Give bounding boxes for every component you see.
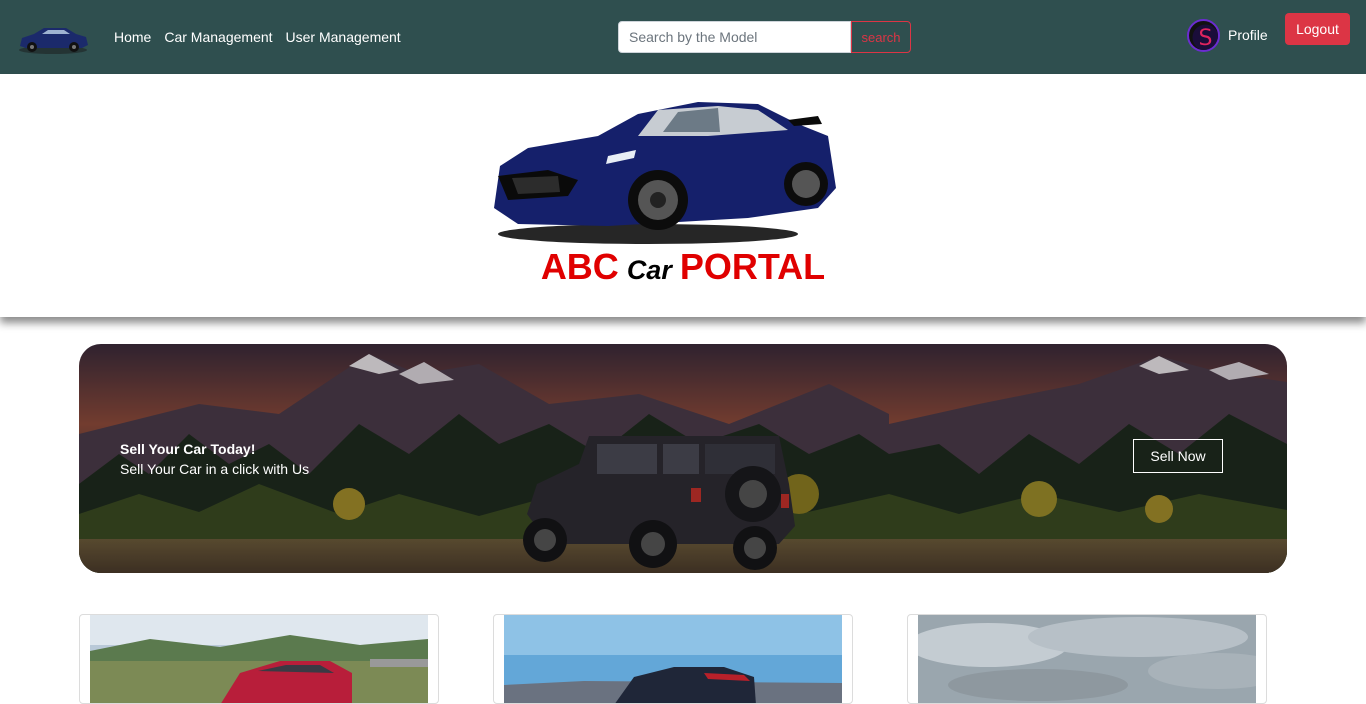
cloudy-sky-car-image [918, 615, 1256, 703]
title-abc: ABC [540, 246, 619, 287]
car-card-1[interactable] [79, 614, 439, 704]
nav-links: Home Car Management User Management [114, 29, 414, 45]
hero-section: ABC Car PORTAL [0, 74, 1366, 317]
avatar-initial: S [1199, 26, 1213, 51]
search-form: search [618, 21, 911, 53]
title-car: Car [626, 255, 672, 285]
red-sports-car-image [90, 615, 428, 703]
avatar-s-icon: S [1192, 24, 1218, 51]
navbar: Home Car Management User Management sear… [0, 0, 1366, 74]
profile-link[interactable]: Profile [1228, 27, 1268, 43]
car-card-3[interactable] [907, 614, 1267, 704]
nav-car-management-link[interactable]: Car Management [164, 29, 272, 45]
car-logo-icon[interactable] [16, 20, 90, 56]
banner-background-image [79, 344, 1287, 573]
avatar[interactable]: S [1187, 19, 1220, 52]
dark-sedan-image [504, 615, 842, 703]
banner-heading: Sell Your Car Today! [120, 441, 256, 457]
search-button[interactable]: search [851, 21, 911, 53]
nav-home-link[interactable]: Home [114, 29, 151, 45]
logout-button[interactable]: Logout [1285, 13, 1350, 45]
hero-car-image [494, 102, 836, 244]
banner-subheading: Sell Your Car in a click with Us [120, 461, 310, 477]
title-portal: PORTAL [679, 246, 826, 287]
page-title: ABC Car PORTAL [0, 246, 1366, 288]
sell-banner: Sell Your Car Today! Sell Your Car in a … [79, 344, 1287, 573]
sell-now-button[interactable]: Sell Now [1133, 439, 1223, 473]
nav-user-management-link[interactable]: User Management [286, 29, 401, 45]
search-input[interactable] [618, 21, 851, 53]
car-card-2[interactable] [493, 614, 853, 704]
